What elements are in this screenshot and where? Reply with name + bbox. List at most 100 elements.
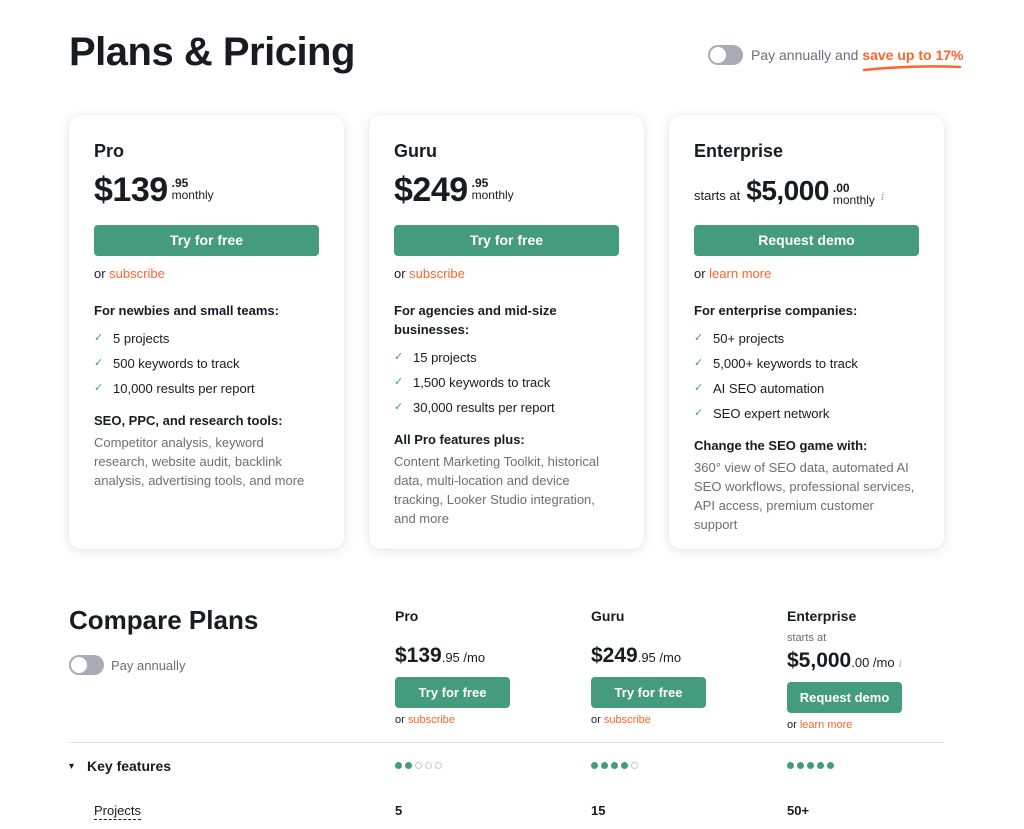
feature-text: 10,000 results per report <box>113 381 255 396</box>
rating-dots-enterprise <box>787 762 834 769</box>
plan-name: Guru <box>394 141 437 161</box>
plan-card-guru: Guru $249 .95 monthly Try for free or sub… <box>369 115 644 549</box>
rating-dot-filled <box>611 762 618 769</box>
features-subheading: SEO, PPC, and research tools: <box>94 413 283 428</box>
page-title: Plans & Pricing <box>69 30 355 74</box>
rating-dot-filled <box>395 762 402 769</box>
price-period: monthly <box>471 188 514 202</box>
subscribe-link[interactable]: subscribe <box>109 266 165 281</box>
or-line: or subscribe <box>94 266 319 281</box>
try-for-free-button[interactable]: Try for free <box>94 225 319 256</box>
plan-audience: For enterprise companies: <box>694 303 858 318</box>
feature-row-value-enterprise: 50+ <box>787 803 810 818</box>
rating-dot-filled <box>591 762 598 769</box>
compare-subscribe-link[interactable]: subscribe <box>604 714 651 726</box>
compare-annual-toggle[interactable] <box>69 655 104 675</box>
features-description: 360° view of SEO data, automated AI SEO … <box>694 460 915 532</box>
plan-audience: For newbies and small teams: <box>94 303 279 318</box>
rating-dot-filled <box>601 762 608 769</box>
plan-price: $139 .95 monthly <box>94 171 319 211</box>
check-icon: ✓ <box>694 382 704 394</box>
rating-dot-filled <box>405 762 412 769</box>
feature-item: ✓ AI SEO automation <box>694 376 919 401</box>
compare-or-line: or learn more <box>787 719 902 731</box>
compare-or-line: or subscribe <box>591 714 706 726</box>
compare-price-cents: .95 /mo <box>441 650 486 665</box>
features-description: Competitor analysis, keyword research, w… <box>94 435 305 488</box>
compare-try-for-free-button[interactable]: Try for free <box>591 677 706 708</box>
annual-billing-toggle[interactable] <box>708 45 743 65</box>
feature-item: ✓ 5,000+ keywords to track <box>694 351 919 376</box>
plan-name: Enterprise <box>694 141 784 161</box>
features-subheading: All Pro features plus: <box>394 432 525 447</box>
feature-list: ✓ 50+ projects ✓ 5,000+ keywords to track … <box>694 326 919 426</box>
price-amount: $139 <box>94 171 168 209</box>
compare-try-for-free-button[interactable]: Try for free <box>395 677 510 708</box>
features-subheading: Change the SEO game with: <box>694 438 868 453</box>
feature-text: 15 projects <box>413 350 477 365</box>
compare-subscribe-link[interactable]: subscribe <box>408 714 455 726</box>
compare-plan-price: $249.95 /mo <box>591 644 706 668</box>
feature-item: ✓ 10,000 results per report <box>94 376 319 401</box>
compare-toggle-label: Pay annually <box>111 657 186 673</box>
plan-name: Pro <box>94 141 125 161</box>
check-icon: ✓ <box>694 357 704 369</box>
check-icon: ✓ <box>394 351 404 363</box>
check-icon: ✓ <box>94 357 104 369</box>
features-description: Content Marketing Toolkit, historical da… <box>394 454 599 526</box>
compare-plan-name: Enterprise <box>787 608 857 624</box>
compare-learn-more-link[interactable]: learn more <box>800 719 853 731</box>
compare-price-cents: .95 /mo <box>637 650 682 665</box>
feature-item: ✓ SEO expert network <box>694 401 919 426</box>
plan-card-pro: Pro $139 .95 monthly Try for free or subs… <box>69 115 344 549</box>
compare-plan-name: Guru <box>591 608 625 624</box>
learn-more-link[interactable]: learn more <box>709 266 771 281</box>
compare-price-cents: .00 /mo <box>851 655 895 670</box>
compare-column-guru: Guru $249.95 /mo Try for free or subscri… <box>591 608 706 726</box>
subscribe-link[interactable]: subscribe <box>409 266 465 281</box>
compare-column-pro: Pro $139.95 /mo Try for free or subscrib… <box>395 608 510 726</box>
check-icon: ✓ <box>94 332 104 344</box>
compare-price-prefix: starts at <box>787 632 827 644</box>
or-text: or <box>94 266 110 281</box>
request-demo-button[interactable]: Request demo <box>694 225 919 256</box>
feature-text: 50+ projects <box>713 331 785 346</box>
key-features-toggle[interactable]: ▾ Key features <box>69 758 171 774</box>
compare-request-demo-button[interactable]: Request demo <box>787 682 902 713</box>
section-title: Key features <box>87 758 172 774</box>
rating-dot-empty <box>435 762 442 769</box>
feature-row-value-guru: 15 <box>591 803 606 818</box>
save-highlight-text: save up to 17% <box>862 47 964 63</box>
feature-row-label[interactable]: Projects <box>94 803 141 820</box>
price-period: monthly <box>171 188 214 202</box>
check-icon: ✓ <box>694 332 704 344</box>
compare-or-line: or subscribe <box>395 714 510 726</box>
plan-audience: For agencies and mid-size businesses: <box>394 303 557 337</box>
feature-text: SEO expert network <box>713 406 830 421</box>
try-for-free-button[interactable]: Try for free <box>394 225 619 256</box>
price-amount: $5,000 <box>746 175 829 206</box>
feature-text: 5,000+ keywords to track <box>713 356 858 371</box>
rating-dot-filled <box>621 762 628 769</box>
feature-text: 30,000 results per report <box>413 400 555 415</box>
toggle-label-text: Pay annually and <box>751 47 863 63</box>
info-icon[interactable]: i <box>899 659 902 670</box>
or-text: or <box>395 714 408 726</box>
info-icon[interactable]: i <box>881 190 885 203</box>
feature-item: ✓ 1,500 keywords to track <box>394 370 619 395</box>
rating-dot-empty <box>415 762 422 769</box>
compare-price-amount: $5,000 <box>787 649 852 672</box>
rating-dot-filled <box>827 762 834 769</box>
rating-dot-filled <box>807 762 814 769</box>
feature-text: 5 projects <box>113 331 170 346</box>
feature-item: ✓ 15 projects <box>394 345 619 370</box>
rating-dots-pro <box>395 762 442 769</box>
compare-plan-name: Pro <box>395 608 419 624</box>
feature-text: 500 keywords to track <box>113 356 240 371</box>
rating-dot-filled <box>817 762 824 769</box>
price-period: monthly <box>832 193 875 207</box>
or-text: or <box>694 266 710 281</box>
or-text: or <box>394 266 410 281</box>
divider <box>69 742 944 743</box>
or-text: or <box>787 719 800 731</box>
